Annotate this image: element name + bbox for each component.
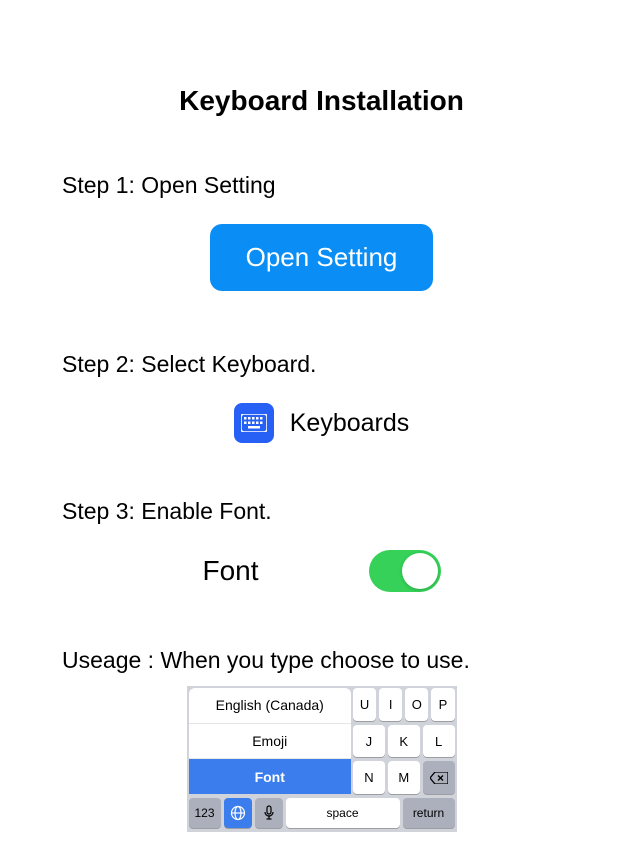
space-key[interactable]: space [286,798,400,828]
mic-key[interactable] [255,798,283,828]
keyboard-icon [234,403,274,443]
keyboards-row[interactable]: Keyboards [50,403,593,443]
keyboard-preview: English (Canada) Emoji Font U I O P J K … [187,686,457,832]
language-menu: English (Canada) Emoji Font [189,688,351,794]
key-l[interactable]: L [423,725,455,758]
return-key[interactable]: return [403,798,455,828]
key-o[interactable]: O [405,688,428,721]
key-i[interactable]: I [379,688,402,721]
key-k[interactable]: K [388,725,420,758]
step2-label: Step 2: Select Keyboard. [50,351,593,378]
key-p[interactable]: P [431,688,454,721]
lang-item-font[interactable]: Font [189,759,351,794]
backspace-icon [430,772,448,784]
key-u[interactable]: U [353,688,376,721]
font-label: Font [202,555,258,587]
page-title: Keyboard Installation [50,0,593,117]
font-toggle[interactable] [369,550,441,592]
numbers-key[interactable]: 123 [189,798,221,828]
lang-item-english[interactable]: English (Canada) [189,688,351,724]
font-toggle-row: Font [50,550,593,592]
usage-label: Useage : When you type choose to use. [50,647,593,674]
lang-item-emoji[interactable]: Emoji [189,724,351,760]
key-n[interactable]: N [353,761,385,794]
open-setting-button[interactable]: Open Setting [210,224,434,291]
toggle-knob [402,553,438,589]
backspace-key[interactable] [423,761,455,794]
step1-label: Step 1: Open Setting [50,172,593,199]
step3-label: Step 3: Enable Font. [50,498,593,525]
mic-icon [263,805,275,821]
key-j[interactable]: J [353,725,385,758]
globe-key[interactable] [224,798,252,828]
globe-icon [230,805,246,821]
keyboards-label: Keyboards [290,409,410,438]
key-m[interactable]: M [388,761,420,794]
